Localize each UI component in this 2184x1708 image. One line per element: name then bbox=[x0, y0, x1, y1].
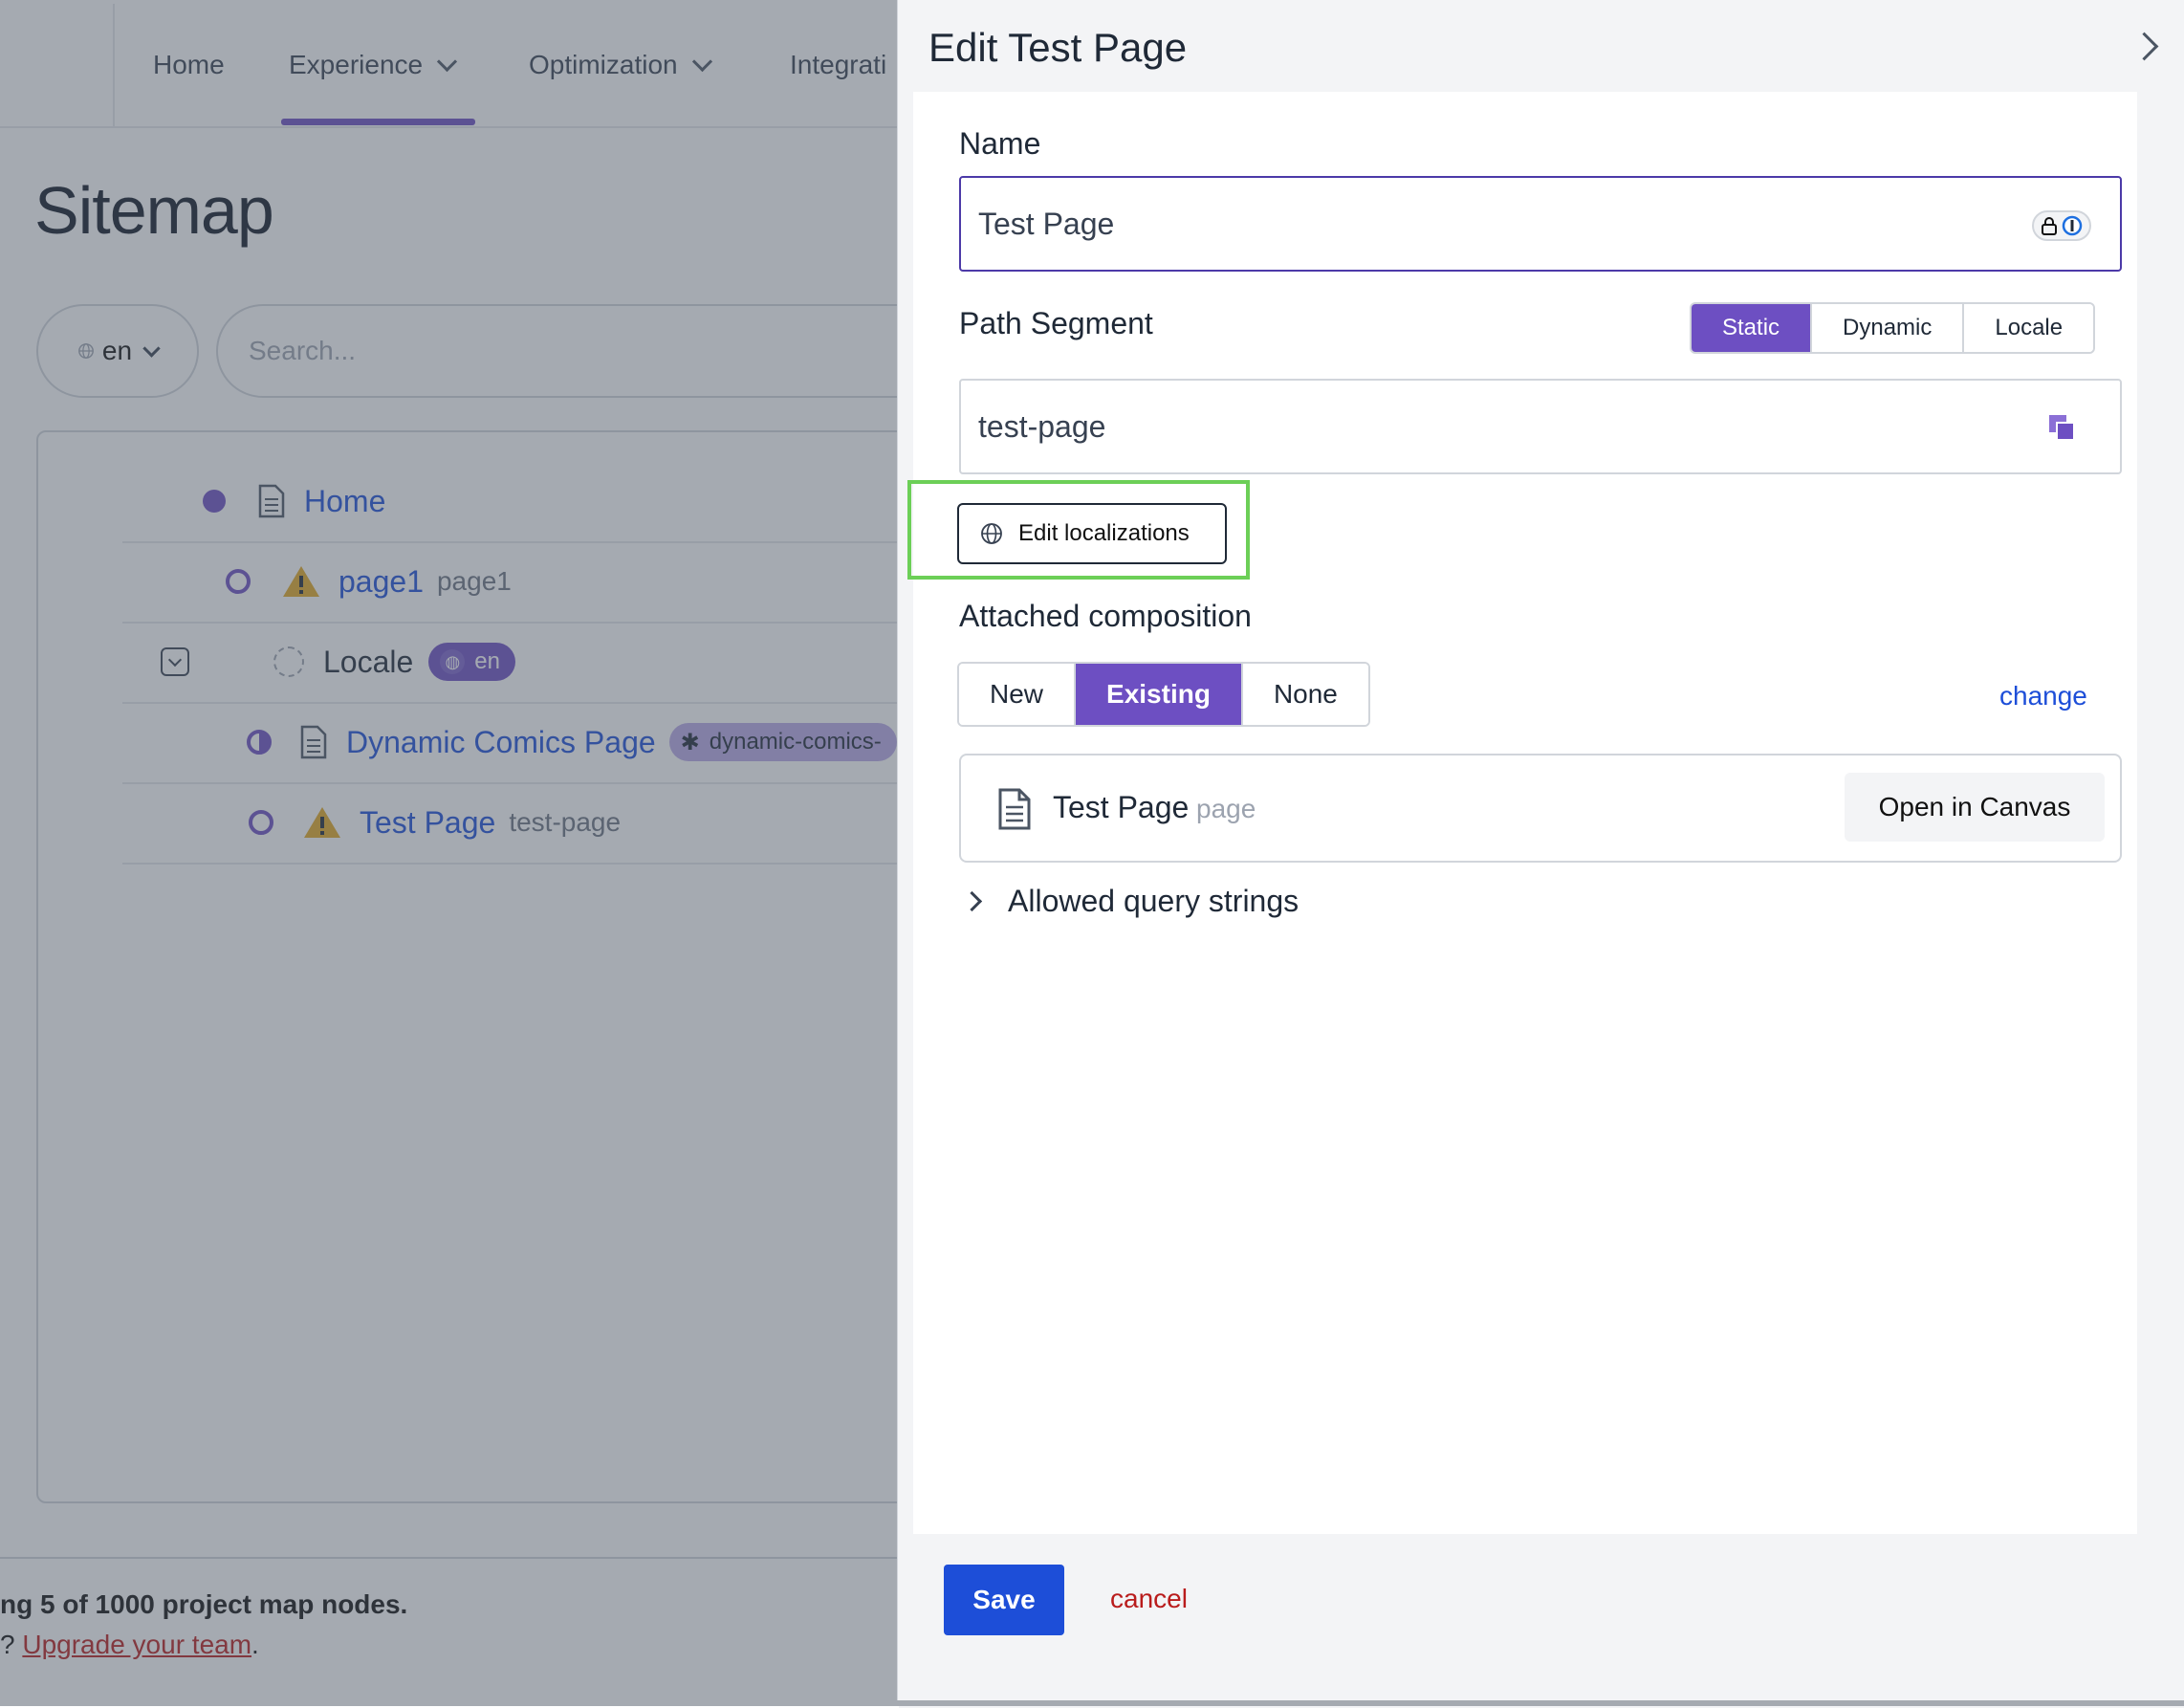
lock-icon bbox=[2042, 217, 2057, 235]
edit-page-drawer: Edit Test Page Name Test Page Path Segme… bbox=[897, 0, 2184, 1700]
edit-localizations-button[interactable]: Edit localizations bbox=[957, 503, 1227, 564]
composition-name: Test Page bbox=[1053, 790, 1190, 824]
save-button[interactable]: Save bbox=[944, 1565, 1064, 1635]
composition-toggle: New Existing None bbox=[957, 662, 1370, 727]
path-type-locale[interactable]: Locale bbox=[1962, 304, 2094, 352]
open-in-canvas-button[interactable]: Open in Canvas bbox=[1845, 773, 2105, 842]
path-segment-label: Path Segment bbox=[959, 306, 1153, 340]
info-icon bbox=[2062, 215, 2083, 236]
cancel-button[interactable]: cancel bbox=[1110, 1584, 1188, 1614]
globe-icon bbox=[981, 523, 1002, 544]
copy-icon[interactable] bbox=[2047, 413, 2076, 442]
composition-type: page bbox=[1196, 794, 1256, 823]
password-manager-icon[interactable] bbox=[2032, 210, 2091, 241]
composition-new[interactable]: New bbox=[959, 664, 1075, 725]
path-type-dynamic[interactable]: Dynamic bbox=[1810, 304, 1963, 352]
chevron-right-icon bbox=[961, 890, 983, 912]
name-label: Name bbox=[959, 126, 1041, 161]
composition-existing[interactable]: Existing bbox=[1074, 664, 1241, 725]
name-input[interactable]: Test Page bbox=[959, 176, 2122, 272]
chevron-right-icon[interactable] bbox=[2129, 32, 2159, 61]
change-link[interactable]: change bbox=[1999, 681, 2087, 712]
drawer-body: Name Test Page Path Segment Static Dynam… bbox=[907, 92, 2137, 1534]
composition-card: Test Page page Open in Canvas bbox=[959, 754, 2122, 863]
composition-none[interactable]: None bbox=[1240, 664, 1368, 725]
allowed-query-strings-toggle[interactable]: Allowed query strings bbox=[959, 884, 1299, 919]
path-type-toggle: Static Dynamic Locale bbox=[1690, 302, 2096, 354]
document-icon bbox=[998, 788, 1031, 830]
attached-composition-label: Attached composition bbox=[959, 599, 1252, 633]
path-segment-input[interactable]: test-page bbox=[959, 379, 2122, 474]
drawer-title: Edit Test Page bbox=[928, 25, 1188, 70]
path-type-static[interactable]: Static bbox=[1692, 304, 1811, 352]
